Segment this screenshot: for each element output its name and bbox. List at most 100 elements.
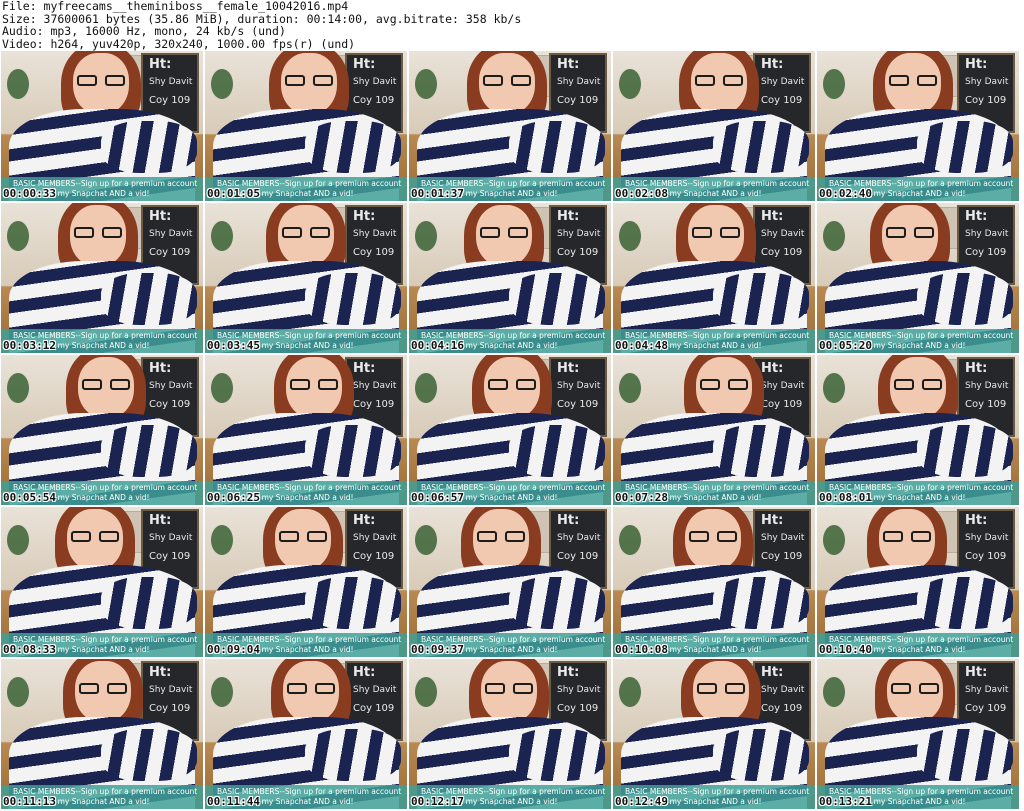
chalkboard-text-1: Ht: — [965, 209, 988, 224]
video-thumbnail[interactable]: Ht: Shy Davit Coy 109 BASIC MEMBERS--Sig… — [817, 51, 1019, 201]
timestamp-label: 00:11:44 — [207, 795, 260, 808]
video-thumbnail[interactable]: Ht: Shy Davit Coy 109 BASIC MEMBERS--Sig… — [205, 203, 407, 353]
chalkboard-text-2: Shy Davit — [761, 77, 805, 87]
video-thumbnail[interactable]: Ht: Shy Davit Coy 109 BASIC MEMBERS--Sig… — [1, 355, 203, 505]
chalkboard-text-3: Coy 109 — [761, 399, 803, 410]
glasses — [80, 379, 132, 391]
video-thumbnail[interactable]: Ht: Shy Davit Coy 109 BASIC MEMBERS--Sig… — [613, 203, 815, 353]
sweater-arm — [509, 273, 605, 325]
timestamp-label: 00:08:33 — [3, 643, 56, 656]
chalkboard-text-2: Shy Davit — [557, 381, 601, 391]
glasses — [698, 379, 750, 391]
video-thumbnail[interactable]: Ht: Shy Davit Coy 109 BASIC MEMBERS--Sig… — [817, 507, 1019, 657]
chalkboard-text-2: Shy Davit — [761, 229, 805, 239]
chalkboard-text-2: Shy Davit — [557, 533, 601, 543]
plant — [7, 221, 29, 251]
glasses — [288, 379, 340, 391]
chalkboard-text-2: Shy Davit — [965, 685, 1009, 695]
video-thumbnail[interactable]: Ht: Shy Davit Coy 109 BASIC MEMBERS--Sig… — [817, 659, 1019, 809]
glasses — [889, 683, 941, 695]
plant — [823, 525, 845, 555]
timestamp-label: 00:05:54 — [3, 491, 56, 504]
sweater-arm — [101, 729, 197, 781]
plant — [415, 525, 437, 555]
video-thumbnail[interactable]: Ht: Shy Davit Coy 109 BASIC MEMBERS--Sig… — [1, 659, 203, 809]
video-thumbnail[interactable]: Ht: Shy Davit Coy 109 BASIC MEMBERS--Sig… — [409, 659, 611, 809]
sweater-arm — [917, 425, 1013, 477]
chalkboard-text-1: Ht: — [761, 665, 784, 680]
video-thumbnail[interactable]: Ht: Shy Davit Coy 109 BASIC MEMBERS--Sig… — [205, 507, 407, 657]
video-thumbnail[interactable]: Ht: Shy Davit Coy 109 BASIC MEMBERS--Sig… — [1, 51, 203, 201]
chalkboard-text-2: Shy Davit — [353, 229, 397, 239]
video-thumbnail[interactable]: Ht: Shy Davit Coy 109 BASIC MEMBERS--Sig… — [205, 355, 407, 505]
video-thumbnail[interactable]: Ht: Shy Davit Coy 109 BASIC MEMBERS--Sig… — [205, 659, 407, 809]
timestamp-label: 00:02:08 — [615, 187, 668, 200]
chalkboard-text-2: Shy Davit — [557, 77, 601, 87]
plant — [211, 69, 233, 99]
glasses — [481, 75, 533, 87]
chalkboard-text-3: Coy 109 — [557, 551, 599, 562]
timestamp-label: 00:05:20 — [819, 339, 872, 352]
video-thumbnail[interactable]: Ht: Shy Davit Coy 109 BASIC MEMBERS--Sig… — [613, 507, 815, 657]
video-thumbnail[interactable]: Ht: Shy Davit Coy 109 BASIC MEMBERS--Sig… — [1, 507, 203, 657]
glasses — [277, 531, 329, 543]
chalkboard-text-3: Coy 109 — [965, 703, 1007, 714]
file-info-header: File: myfreecams__theminiboss__female_10… — [2, 0, 521, 50]
plant — [823, 373, 845, 403]
video-info-line: Video: h264, yuv420p, 320x240, 1000.00 f… — [2, 36, 356, 51]
chalkboard-text-1: Ht: — [353, 665, 376, 680]
video-thumbnail[interactable]: Ht: Shy Davit Coy 109 BASIC MEMBERS--Sig… — [409, 507, 611, 657]
chalkboard-text-2: Shy Davit — [353, 77, 397, 87]
plant — [823, 221, 845, 251]
glasses — [483, 683, 535, 695]
glasses — [486, 379, 538, 391]
sweater-arm — [305, 121, 401, 173]
sweater-arm — [713, 273, 809, 325]
chalkboard-text-3: Coy 109 — [353, 247, 395, 258]
chalkboard-text-3: Coy 109 — [557, 247, 599, 258]
glasses — [77, 683, 129, 695]
plant — [823, 677, 845, 707]
video-thumbnail[interactable]: Ht: Shy Davit Coy 109 BASIC MEMBERS--Sig… — [409, 355, 611, 505]
timestamp-label: 00:06:57 — [411, 491, 464, 504]
chalkboard-text-3: Coy 109 — [965, 399, 1007, 410]
chalkboard-text-1: Ht: — [149, 209, 172, 224]
video-thumbnail[interactable]: Ht: Shy Davit Coy 109 BASIC MEMBERS--Sig… — [613, 51, 815, 201]
chalkboard-text-2: Shy Davit — [353, 381, 397, 391]
chalkboard-text-1: Ht: — [965, 665, 988, 680]
timestamp-label: 00:12:17 — [411, 795, 464, 808]
video-thumbnail[interactable]: Ht: Shy Davit Coy 109 BASIC MEMBERS--Sig… — [817, 203, 1019, 353]
timestamp-label: 00:10:40 — [819, 643, 872, 656]
video-thumbnail[interactable]: Ht: Shy Davit Coy 109 BASIC MEMBERS--Sig… — [409, 203, 611, 353]
plant — [823, 69, 845, 99]
timestamp-label: 00:01:37 — [411, 187, 464, 200]
timestamp-label: 00:04:16 — [411, 339, 464, 352]
chalkboard-text-2: Shy Davit — [149, 381, 193, 391]
timestamp-label: 00:01:05 — [207, 187, 260, 200]
chalkboard-text-2: Shy Davit — [965, 77, 1009, 87]
chalkboard-text-2: Shy Davit — [965, 381, 1009, 391]
video-thumbnail[interactable]: Ht: Shy Davit Coy 109 BASIC MEMBERS--Sig… — [613, 355, 815, 505]
glasses — [283, 75, 335, 87]
video-thumbnail[interactable]: Ht: Shy Davit Coy 109 BASIC MEMBERS--Sig… — [205, 51, 407, 201]
sweater-arm — [713, 121, 809, 173]
chalkboard-text-1: Ht: — [557, 209, 580, 224]
chalkboard-text-3: Coy 109 — [761, 95, 803, 106]
sweater-arm — [713, 425, 809, 477]
video-thumbnail[interactable]: Ht: Shy Davit Coy 109 BASIC MEMBERS--Sig… — [817, 355, 1019, 505]
video-thumbnail[interactable]: Ht: Shy Davit Coy 109 BASIC MEMBERS--Sig… — [613, 659, 815, 809]
chalkboard-text-2: Shy Davit — [761, 381, 805, 391]
chalkboard-text-3: Coy 109 — [965, 95, 1007, 106]
plant — [211, 525, 233, 555]
chalkboard-text-3: Coy 109 — [353, 703, 395, 714]
chalkboard-text-1: Ht: — [353, 361, 376, 376]
chalkboard-text-1: Ht: — [557, 57, 580, 72]
video-thumbnail[interactable]: Ht: Shy Davit Coy 109 BASIC MEMBERS--Sig… — [1, 203, 203, 353]
chalkboard-text-2: Shy Davit — [353, 533, 397, 543]
video-thumbnail[interactable]: Ht: Shy Davit Coy 109 BASIC MEMBERS--Sig… — [409, 51, 611, 201]
chalkboard-text-1: Ht: — [557, 361, 580, 376]
timestamp-label: 00:07:28 — [615, 491, 668, 504]
plant — [415, 221, 437, 251]
chalkboard-text-2: Shy Davit — [965, 229, 1009, 239]
timestamp-label: 00:03:12 — [3, 339, 56, 352]
